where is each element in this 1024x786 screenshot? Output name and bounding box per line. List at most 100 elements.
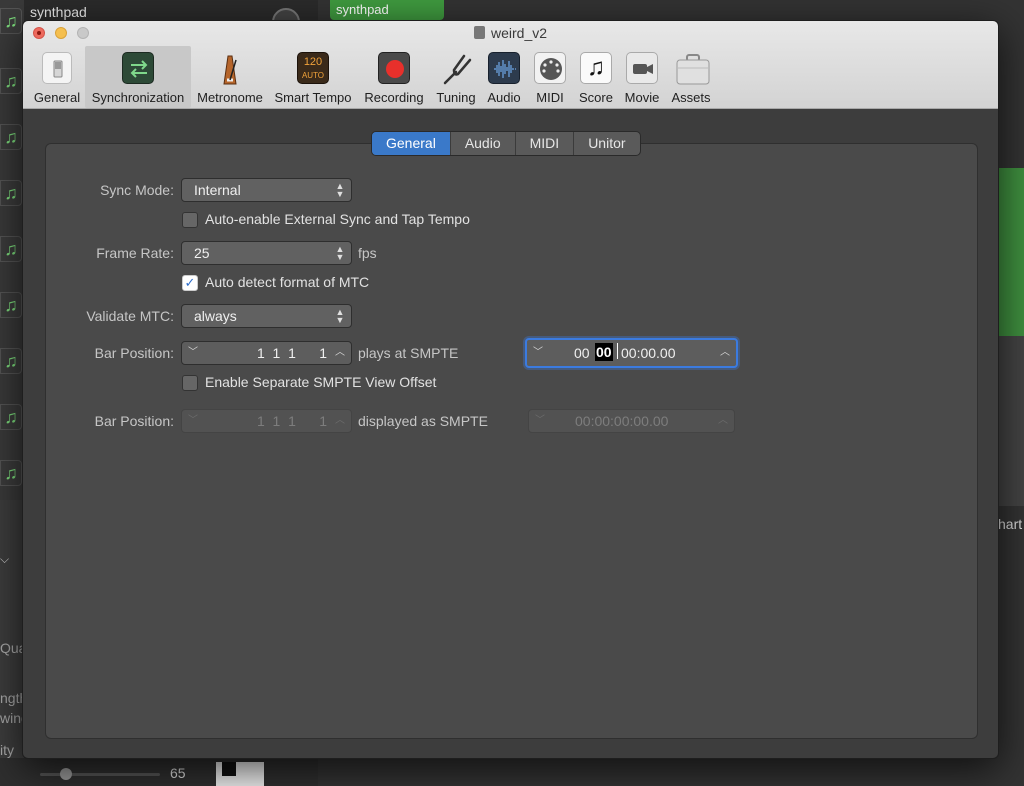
track-instrument-icon[interactable]: ♫: [0, 460, 22, 486]
chevron-down-icon[interactable]: ⌵: [0, 552, 9, 567]
step-down-icon[interactable]: ﹀: [184, 342, 202, 364]
tuning-fork-icon: [440, 52, 472, 85]
toolbar-item-midi[interactable]: MIDI: [529, 46, 571, 108]
step-up-icon[interactable]: ︿: [331, 342, 349, 364]
sync-arrows-icon: [122, 52, 154, 84]
toolbar-label: Synchronization: [91, 90, 185, 105]
slider-value: 65: [170, 765, 186, 781]
fps-unit: fps: [358, 245, 377, 261]
window-toolbar: weird_v2 General Synchronization Metrono…: [23, 21, 998, 109]
auto-enable-label: Auto-enable External Sync and Tap Tempo: [205, 211, 470, 227]
step-up-icon: ︿: [335, 415, 345, 426]
bar-position-2-value: 1 1 1 1: [256, 413, 327, 429]
toolbar-item-audio[interactable]: Audio: [483, 46, 525, 108]
toolbar-label: Score: [579, 90, 613, 105]
validate-mtc-label: Validate MTC:: [86, 308, 174, 324]
smart-tempo-icon: 120 AUTO: [297, 52, 329, 84]
toolbar-label: Tuning: [436, 90, 476, 105]
switch-icon: [42, 52, 72, 84]
enable-offset-label: Enable Separate SMPTE View Offset: [205, 374, 437, 390]
tab-bar: General Audio MIDI Unitor: [371, 131, 641, 156]
bar-position-field[interactable]: ﹀ 1 1 1 1 ︿: [181, 341, 352, 365]
toolbar-label: Metronome: [197, 90, 263, 105]
bar-position-value: 1 1 1 1: [256, 345, 327, 361]
piano-black-key[interactable]: [222, 762, 236, 776]
toolbar-item-assets[interactable]: Assets: [667, 46, 715, 108]
settings-panel: [45, 143, 978, 739]
step-down-icon: ﹀: [535, 415, 545, 426]
track-instrument-icon[interactable]: ♫: [0, 236, 22, 262]
toolbar-item-smart-tempo[interactable]: 120 AUTO Smart Tempo: [271, 46, 355, 108]
step-up-icon[interactable]: ︿: [716, 340, 734, 366]
region-lane: [998, 336, 1024, 506]
smpte-hours[interactable]: 00: [574, 340, 590, 366]
document-icon: [473, 26, 485, 39]
slider-thumb[interactable]: [60, 768, 72, 780]
auto-detect-checkbox[interactable]: ✓: [182, 275, 198, 291]
bottom-strip: [0, 758, 318, 786]
partial-label: hart: [998, 516, 1023, 532]
frame-rate-popup[interactable]: 25 ▲ ▼: [181, 241, 352, 265]
smpte-2-field: ﹀ 00:00:00:00.00 ︿: [528, 409, 735, 433]
bar-position-2-label: Bar Position:: [94, 413, 174, 429]
toolbar-item-metronome[interactable]: Metronome: [193, 46, 267, 108]
validate-mtc-value: always: [194, 308, 237, 324]
track-instrument-icon[interactable]: ♫: [0, 8, 22, 34]
midi-port-icon: [534, 52, 566, 84]
auto-detect-label: Auto detect format of MTC: [205, 274, 370, 290]
window-title: weird_v2: [23, 25, 998, 41]
plays-at-smpte-label: plays at SMPTE: [358, 345, 459, 361]
toolbar-item-score[interactable]: ♫ Score: [575, 46, 617, 108]
toolbar-item-general[interactable]: General: [29, 46, 85, 108]
tab-audio[interactable]: Audio: [451, 132, 516, 155]
toolbar-item-recording[interactable]: Recording: [359, 46, 429, 108]
track-name: synthpad: [30, 4, 87, 20]
tab-unitor[interactable]: Unitor: [574, 132, 639, 155]
smpte-minutes-selected[interactable]: 00: [595, 343, 613, 361]
video-camera-icon: [626, 52, 658, 84]
auto-enable-checkbox[interactable]: [182, 212, 198, 228]
step-down-icon: ﹀: [188, 415, 198, 426]
checkmark-icon: ✓: [184, 275, 196, 290]
preferences-window: weird_v2 General Synchronization Metrono…: [22, 20, 999, 759]
waveform-icon: [488, 52, 520, 84]
track-instrument-icon[interactable]: ♫: [0, 348, 22, 374]
sync-mode-popup[interactable]: Internal ▲ ▼: [181, 178, 352, 202]
tab-general[interactable]: General: [372, 132, 451, 155]
smart-tempo-bpm: 120: [303, 56, 323, 68]
track-instrument-icon[interactable]: ♫: [0, 68, 22, 94]
smpte-time-field[interactable]: ﹀ 00 00 00:00.00 ︿: [525, 338, 738, 368]
bar-position-label: Bar Position:: [94, 345, 174, 361]
step-down-icon[interactable]: ﹀: [529, 340, 547, 366]
toolbar-label: MIDI: [536, 90, 564, 105]
toolbar-label: Audio: [487, 90, 521, 105]
region[interactable]: [998, 168, 1024, 336]
track-instrument-icon[interactable]: ♫: [0, 404, 22, 430]
briefcase-icon: [675, 52, 710, 85]
music-note-icon: ♫: [580, 52, 612, 84]
toolbar-item-synchronization[interactable]: Synchronization: [85, 46, 191, 108]
track-instrument-icon[interactable]: ♫: [0, 124, 22, 150]
toolbar-item-movie[interactable]: Movie: [621, 46, 663, 108]
toolbar-label: General: [33, 90, 81, 105]
record-icon: [378, 52, 410, 84]
smpte-2-value: 00:00:00:00.00: [575, 413, 669, 429]
toolbar-label: Recording: [364, 90, 424, 105]
smpte-rest[interactable]: 00:00.00: [621, 340, 676, 366]
toolbar-label: Movie: [624, 90, 660, 105]
toolbar-item-tuning[interactable]: Tuning: [431, 46, 481, 108]
popup-arrows-icon: ▲ ▼: [335, 244, 345, 262]
track-instrument-icon[interactable]: ♫: [0, 292, 22, 318]
toolbar-label: Smart Tempo: [274, 90, 352, 105]
region[interactable]: synthpad: [330, 0, 444, 20]
step-up-icon: ︿: [718, 415, 728, 426]
enable-offset-checkbox[interactable]: [182, 375, 198, 391]
displayed-as-smpte-label: displayed as SMPTE: [358, 413, 488, 429]
bar-position-2-field: ﹀ 1 1 1 1 ︿: [181, 409, 352, 433]
tab-midi[interactable]: MIDI: [516, 132, 575, 155]
popup-arrows-icon: ▲ ▼: [335, 307, 345, 325]
track-instrument-icon[interactable]: ♫: [0, 180, 22, 206]
slider-track[interactable]: [40, 773, 160, 776]
metronome-icon: [214, 52, 246, 85]
validate-mtc-popup[interactable]: always ▲ ▼: [181, 304, 352, 328]
